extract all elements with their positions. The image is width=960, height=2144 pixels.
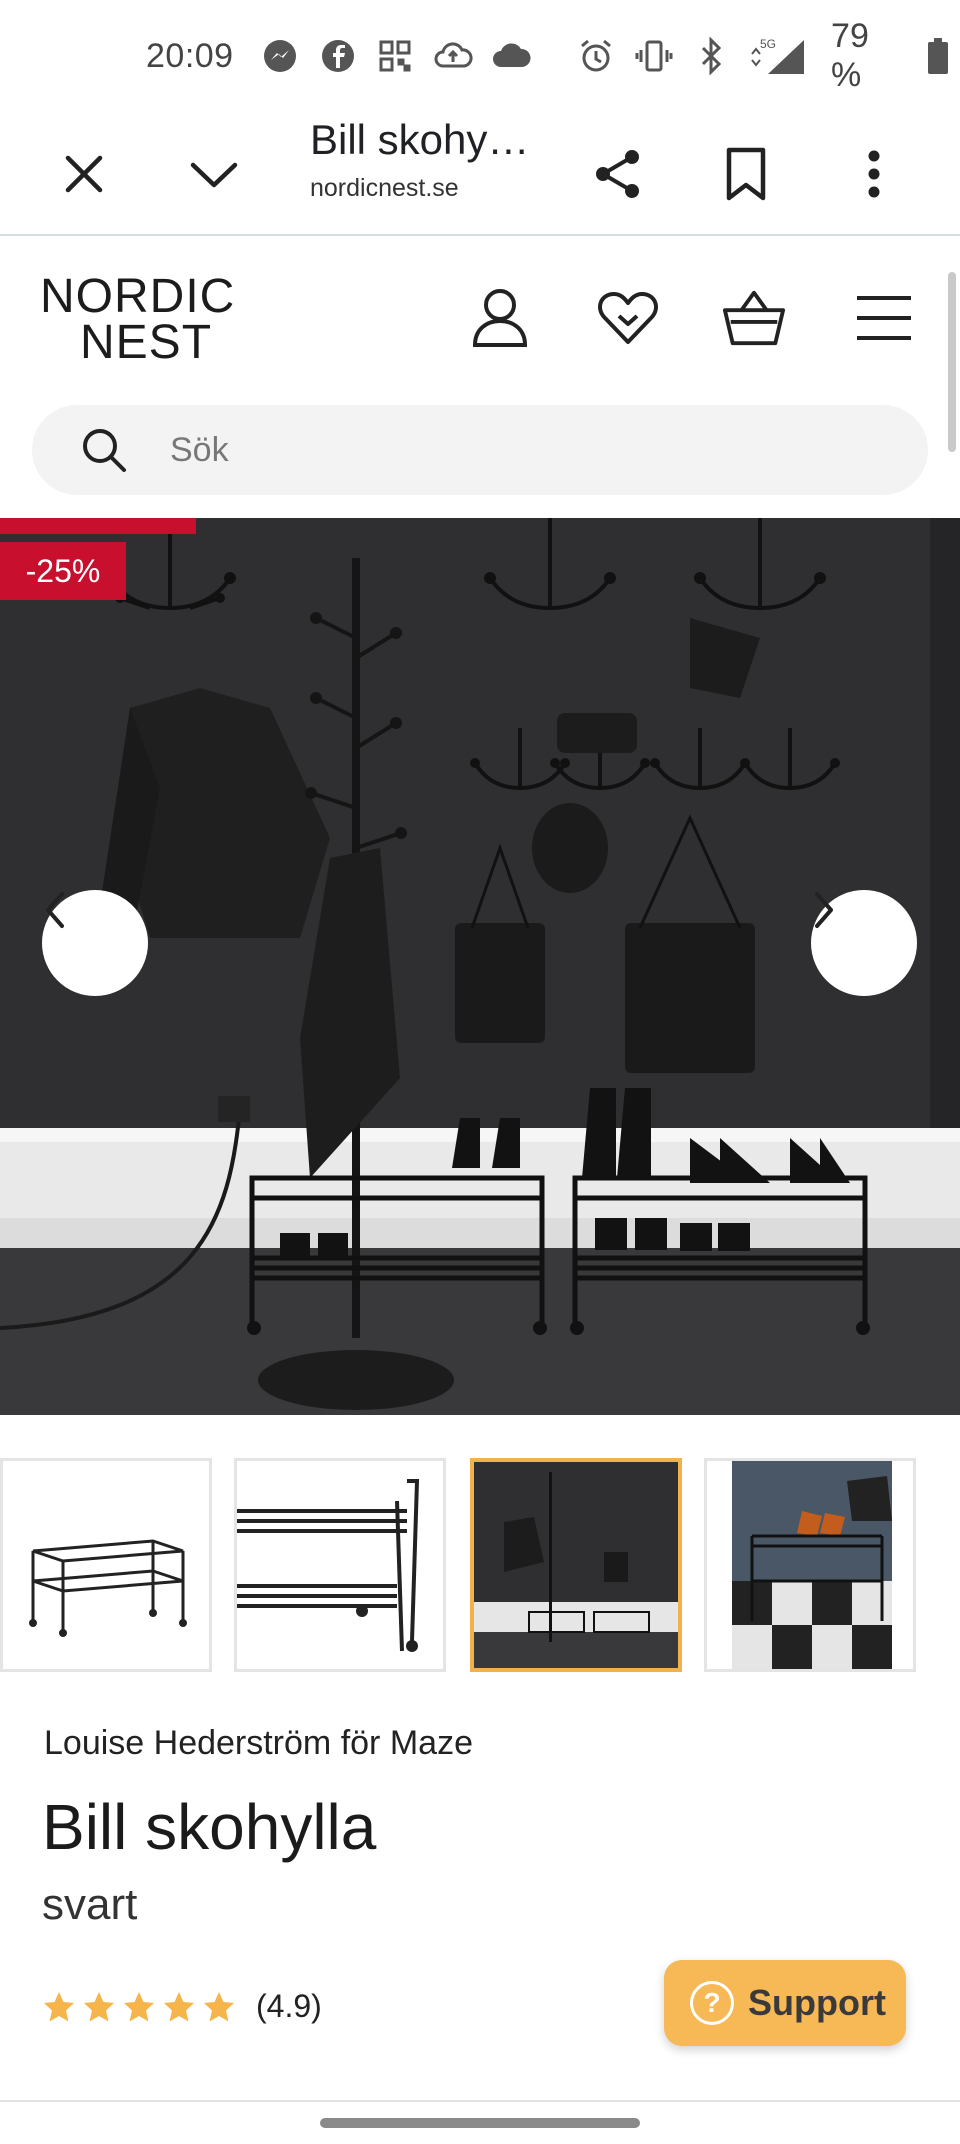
support-label: Support [748, 1982, 886, 2023]
search-input[interactable] [170, 430, 770, 470]
heart-icon [598, 292, 658, 344]
thumb-product-closeup[interactable] [234, 1458, 446, 1672]
nordic-nest-logo[interactable]: NORDIC NEST [40, 273, 250, 367]
product-variant: svart [42, 1880, 138, 1929]
star-icon [124, 1991, 154, 2021]
star-icon [164, 1991, 194, 2021]
product-designer-line: Louise Hederström för Maze [44, 1724, 473, 1763]
carousel-prev-button[interactable] [42, 890, 148, 996]
designer-link[interactable]: Louise Hederström [44, 1724, 331, 1762]
account-button[interactable] [468, 286, 532, 350]
chevron-right-icon [815, 892, 833, 928]
vibrate-icon [634, 36, 673, 76]
brand-link[interactable]: Maze [390, 1724, 473, 1762]
minimize-button[interactable] [176, 136, 252, 212]
product-title: Bill skohylla [42, 1791, 377, 1863]
rating-value: (4.9) [256, 1988, 322, 2024]
for-word: för [340, 1724, 381, 1762]
menu-icon [857, 296, 911, 340]
browser-toolbar: Bill skohy… nordicnest.se [0, 112, 960, 236]
battery-percent: 79 % [831, 17, 869, 94]
discount-badge: -25% [0, 542, 126, 600]
close-tab-button[interactable] [46, 136, 122, 212]
thumb-product-angle[interactable] [0, 1458, 212, 1672]
battery-icon [926, 36, 951, 76]
basket-icon [722, 290, 786, 346]
home-indicator[interactable] [320, 2118, 640, 2128]
messenger-icon [261, 36, 300, 76]
badge-ribbon [0, 518, 196, 534]
support-button[interactable]: ? Support [664, 1960, 906, 2046]
star-icon [44, 1991, 74, 2021]
site-header: NORDIC NEST [0, 238, 960, 388]
search-bar[interactable] [32, 405, 928, 495]
more-options-button[interactable] [836, 136, 912, 212]
thumbnail-strip [0, 1458, 960, 1672]
search-icon [74, 420, 134, 480]
cloud-upload-icon [433, 36, 473, 76]
rating-stars [42, 1990, 236, 2024]
cart-button[interactable] [722, 286, 786, 350]
product-rating[interactable]: (4.9) [42, 1988, 322, 2025]
chevron-left-icon [46, 892, 64, 928]
help-icon: ? [690, 1981, 734, 2025]
status-bar: 20:09 5G 79 % [0, 0, 960, 112]
bookmark-icon [726, 147, 766, 201]
star-icon [204, 1991, 234, 2021]
status-time: 20:09 [146, 36, 234, 75]
menu-button[interactable] [852, 286, 916, 350]
share-icon [596, 150, 639, 198]
thumb-room-checker[interactable] [704, 1458, 916, 1672]
page-title[interactable]: Bill skohy… [310, 116, 529, 164]
svg-text:5G: 5G [760, 37, 776, 51]
page-scrollbar[interactable] [948, 272, 956, 452]
section-divider [0, 2100, 960, 2102]
thumb-room-dark[interactable] [470, 1458, 682, 1672]
wishlist-button[interactable] [596, 286, 660, 350]
chevron-down-icon [190, 162, 238, 188]
carousel-next-button[interactable] [811, 890, 917, 996]
close-icon [65, 155, 103, 193]
bookmark-button[interactable] [708, 136, 784, 212]
star-icon [84, 1991, 114, 2021]
bluetooth-icon [691, 36, 730, 76]
user-icon [472, 289, 528, 347]
more-vert-icon [868, 150, 880, 198]
page-host[interactable]: nordicnest.se [310, 174, 459, 203]
alarm-icon [577, 36, 616, 76]
product-image-carousel[interactable]: -25% [0, 518, 960, 1415]
qr-icon [376, 36, 415, 76]
cloud-icon [491, 36, 531, 76]
facebook-icon [318, 36, 357, 76]
share-button[interactable] [580, 136, 656, 212]
signal-icon: 5G [748, 36, 808, 76]
